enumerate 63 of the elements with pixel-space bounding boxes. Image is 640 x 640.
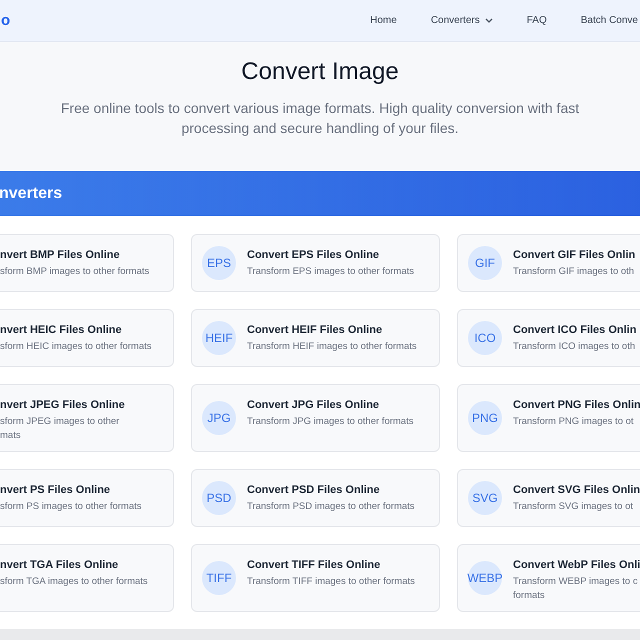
card-title: Convert HEIF Files Online bbox=[247, 324, 384, 336]
card-title: Convert SVG Files Onlin bbox=[513, 484, 640, 496]
card-description: sform HEIC images to other formats bbox=[0, 340, 152, 354]
card-title: Convert EPS Files Online bbox=[247, 249, 380, 261]
format-badge: GIF bbox=[468, 246, 502, 280]
page-subtitle: Free online tools to convert various image formats. High quality conversion with fast processing and secure handling of your files. bbox=[60, 99, 580, 138]
format-badge: HEIF bbox=[202, 321, 236, 355]
card-title: Convert ICO Files Onlin bbox=[513, 324, 636, 336]
card-title: Convert GIF Files Onlin bbox=[513, 249, 636, 261]
card-description: Transform EPS images to other formats bbox=[247, 265, 414, 279]
card-description: Transform WEBP images to c formats bbox=[513, 575, 639, 603]
converter-card[interactable]: TIFF Convert TIFF Files Online Transform TIFF images to other formats bbox=[191, 544, 440, 612]
nav-link[interactable]: FAQ bbox=[526, 15, 547, 26]
card-title: Convert JPG Files Online bbox=[247, 399, 380, 411]
card-description: Transform ICO images to oth bbox=[513, 340, 636, 354]
converter-card[interactable]: PSD Convert PSD Files Online Transform PSD images to other formats bbox=[191, 469, 440, 527]
card-title: nvert TGA Files Online bbox=[0, 559, 120, 571]
format-badge: ICO bbox=[468, 321, 502, 355]
converter-card[interactable]: EPS Convert EPS Files Online Transform EPS images to other formats bbox=[191, 234, 440, 292]
page-title: Convert Image bbox=[241, 58, 399, 86]
card-description: Transform PNG images to ot bbox=[513, 415, 635, 429]
converter-card[interactable]: nvert HEIC Files Online sform HEIC images to other formats bbox=[0, 309, 174, 367]
card-description: Transform HEIF images to other formats bbox=[247, 340, 417, 354]
converter-card[interactable]: ICO Convert ICO Files Onlin Transform ICO images to oth bbox=[457, 309, 640, 367]
format-badge: WEBP bbox=[468, 561, 502, 595]
section-title: nverters bbox=[0, 184, 62, 202]
card-title: nvert HEIC Files Online bbox=[0, 324, 123, 336]
converter-card[interactable]: WEBP Convert WebP Files Onli Transform WEBP images to c formats bbox=[457, 544, 640, 612]
card-description: sform BMP images to other formats bbox=[0, 265, 150, 279]
nav-link[interactable]: Batch Conve bbox=[580, 15, 638, 26]
card-description: Transform PSD images to other formats bbox=[247, 500, 415, 514]
card-title: Convert PNG Files Onlin bbox=[513, 399, 640, 411]
card-title: Convert WebP Files Onli bbox=[513, 559, 640, 571]
format-badge: SVG bbox=[468, 481, 502, 515]
format-badge: EPS bbox=[202, 246, 236, 280]
converter-card[interactable]: nvert TGA Files Online sform TGA images to other formats bbox=[0, 544, 174, 612]
card-description: sform PS images to other formats bbox=[0, 500, 142, 514]
converter-card[interactable]: PNG Convert PNG Files Onlin Transform PNG images to ot bbox=[457, 384, 640, 452]
nav-link[interactable]: Home bbox=[370, 15, 397, 26]
card-title: nvert JPEG Files Online bbox=[0, 399, 125, 411]
card-title: nvert BMP Files Online bbox=[0, 249, 121, 261]
card-title: Convert TIFF Files Online bbox=[247, 559, 382, 571]
card-title: Convert PSD Files Online bbox=[247, 484, 381, 496]
converter-card[interactable]: nvert JPEG Files Online sform JPEG images to other mats bbox=[0, 384, 174, 452]
converter-card[interactable]: JPG Convert JPG Files Online Transform JPG images to other formats bbox=[191, 384, 440, 452]
card-description: Transform GIF images to oth bbox=[513, 265, 636, 279]
converter-card[interactable]: nvert PS Files Online sform PS images to other formats bbox=[0, 469, 174, 527]
logo-text[interactable]: o bbox=[1, 12, 10, 29]
card-description: Transform JPG images to other formats bbox=[247, 415, 414, 429]
converter-card[interactable]: nvert BMP Files Online sform BMP images to other formats bbox=[0, 234, 174, 292]
card-description: sform JPEG images to other mats bbox=[0, 415, 120, 443]
format-badge: JPG bbox=[202, 401, 236, 435]
converter-card[interactable]: HEIF Convert HEIF Files Online Transform HEIF images to other formats bbox=[191, 309, 440, 367]
converter-card[interactable]: GIF Convert GIF Files Onlin Transform GIF images to oth bbox=[457, 234, 640, 292]
card-description: Transform SVG images to ot bbox=[513, 500, 634, 514]
card-description: Transform TIFF images to other formats bbox=[247, 575, 415, 589]
format-badge: PSD bbox=[202, 481, 236, 515]
card-title: nvert PS Files Online bbox=[0, 484, 112, 496]
format-badge: TIFF bbox=[202, 561, 236, 595]
converter-card[interactable]: SVG Convert SVG Files Onlin Transform SVG images to ot bbox=[457, 469, 640, 527]
card-description: sform TGA images to other formats bbox=[0, 575, 148, 589]
nav-dropdown[interactable]: Converters bbox=[430, 15, 493, 26]
format-badge: PNG bbox=[468, 401, 502, 435]
